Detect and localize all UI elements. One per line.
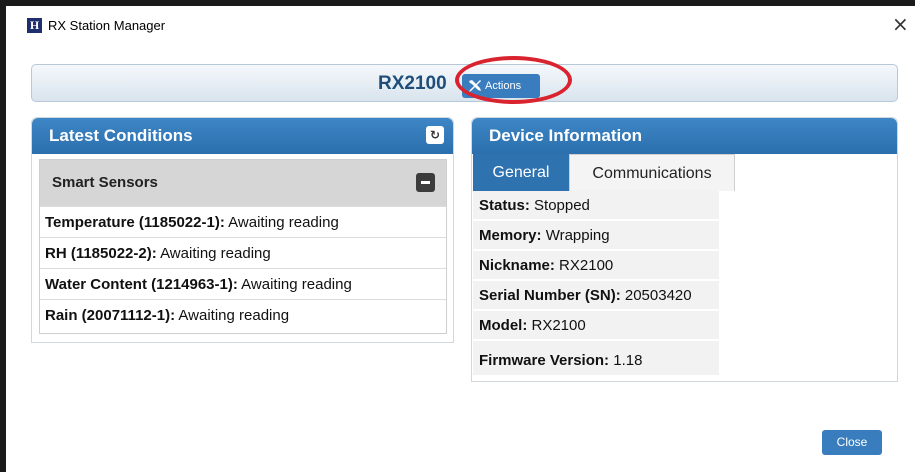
- info-label: Status:: [479, 197, 530, 214]
- device-information-panel: Device Information General Communication…: [471, 117, 898, 382]
- latest-conditions-header: Latest Conditions ↻: [32, 118, 453, 154]
- info-value: RX2100: [559, 257, 614, 274]
- device-name: RX2100: [378, 73, 447, 94]
- collapse-icon[interactable]: [416, 173, 435, 192]
- info-value: 20503420: [624, 287, 692, 304]
- info-label: Memory:: [479, 227, 542, 244]
- info-row-nickname: Nickname: RX2100: [473, 251, 719, 281]
- sensor-name: Temperature (1185022-1):: [45, 214, 225, 231]
- refresh-icon[interactable]: ↻: [426, 126, 444, 144]
- device-info-list: Status: Stopped Memory: Wrapping Nicknam…: [473, 191, 719, 377]
- close-button[interactable]: Close: [822, 430, 882, 455]
- info-row-memory: Memory: Wrapping: [473, 221, 719, 251]
- app-logo-icon: H: [27, 18, 42, 33]
- sensor-name: Water Content (1214963-1):: [45, 276, 238, 293]
- sensor-row: Rain (20071112-1): Awaiting reading: [40, 299, 446, 330]
- tab-communications[interactable]: Communications: [569, 154, 735, 191]
- window-border-left: [0, 0, 6, 472]
- window-close-icon[interactable]: ×: [892, 12, 909, 36]
- sensor-name: Rain (20071112-1):: [45, 307, 176, 324]
- sensor-row: Water Content (1214963-1): Awaiting read…: [40, 268, 446, 299]
- sensor-row: Temperature (1185022-1): Awaiting readin…: [40, 206, 446, 237]
- device-information-header: Device Information: [472, 118, 897, 154]
- sensor-row: RH (1185022-2): Awaiting reading: [40, 237, 446, 268]
- info-label: Nickname:: [479, 257, 555, 274]
- latest-conditions-panel: Latest Conditions ↻ Smart Sensors Temper…: [31, 117, 454, 343]
- smart-sensors-title: Smart Sensors: [52, 174, 158, 191]
- info-value: Stopped: [534, 197, 590, 214]
- info-value: Wrapping: [545, 227, 610, 244]
- info-row-serial-number: Serial Number (SN): 20503420: [473, 281, 719, 311]
- info-label: Model:: [479, 317, 528, 334]
- sensor-name: RH (1185022-2):: [45, 245, 157, 262]
- sensor-value: Awaiting reading: [178, 307, 290, 324]
- title-bar: H RX Station Manager ×: [6, 6, 915, 46]
- sensor-value: Awaiting reading: [241, 276, 352, 293]
- sensor-value: Awaiting reading: [228, 214, 339, 231]
- device-info-tabs: General Communications: [472, 154, 899, 191]
- info-row-firmware-version: Firmware Version: 1.18: [473, 341, 719, 377]
- highlight-annotation-ring: [455, 56, 572, 104]
- smart-sensors-header[interactable]: Smart Sensors: [40, 160, 446, 206]
- smart-sensors-section: Smart Sensors Temperature (1185022-1): A…: [39, 159, 447, 334]
- device-information-title: Device Information: [489, 126, 643, 145]
- info-label: Serial Number (SN):: [479, 287, 621, 304]
- info-label: Firmware Version:: [479, 352, 610, 369]
- info-row-status: Status: Stopped: [473, 191, 719, 221]
- tab-general[interactable]: General: [473, 154, 569, 191]
- info-value: RX2100: [531, 317, 586, 334]
- sensor-value: Awaiting reading: [160, 245, 271, 262]
- info-value: 1.18: [613, 352, 643, 369]
- info-row-model: Model: RX2100: [473, 311, 719, 341]
- latest-conditions-title: Latest Conditions: [49, 126, 193, 145]
- window-title: RX Station Manager: [48, 18, 166, 33]
